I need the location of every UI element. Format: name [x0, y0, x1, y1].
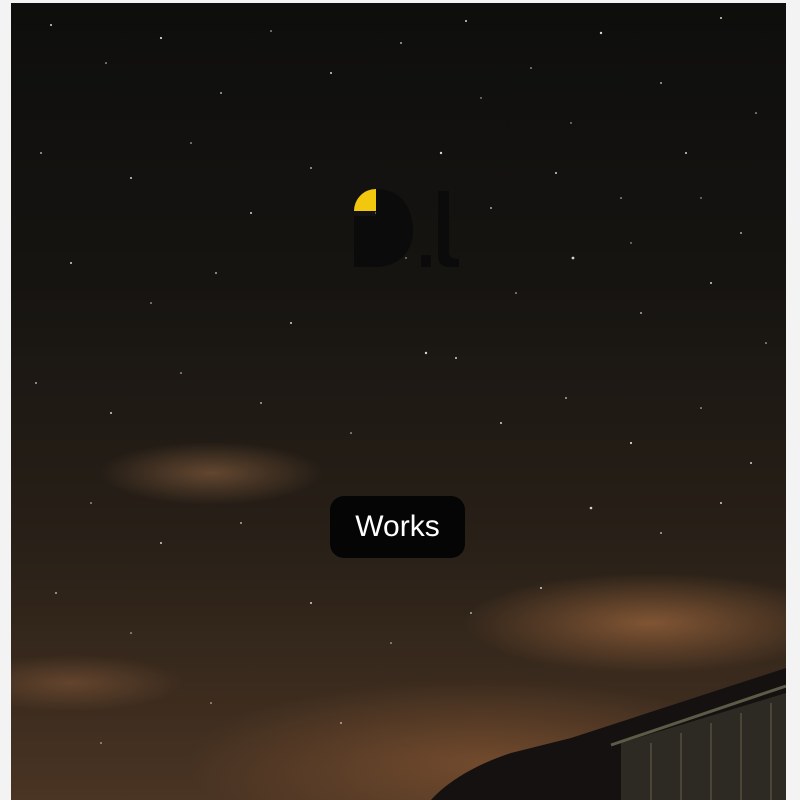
works-button[interactable]: Works: [330, 496, 465, 558]
hero-background: Works: [11, 3, 786, 800]
barn-roof-silhouette: [431, 668, 786, 800]
brand-logo-icon[interactable]: [341, 183, 466, 273]
